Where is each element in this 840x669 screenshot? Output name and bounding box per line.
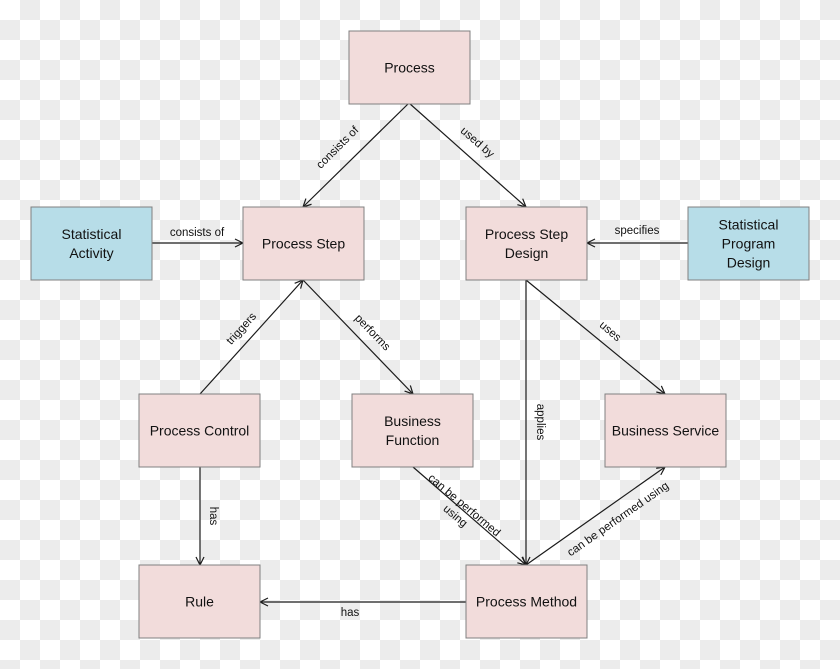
concept-diagram: consists of used by consists of specifies tr… — [30, 30, 810, 639]
edge-label-line: consists of — [314, 124, 361, 171]
node-label-line: Rule — [185, 594, 214, 610]
node-business-service[interactable]: Business Service — [604, 393, 727, 468]
node-label-line: Business — [384, 413, 441, 429]
node-label-line: Program — [722, 236, 776, 252]
node-label-line: Statistical — [62, 226, 122, 242]
edge-label-line: has — [341, 607, 360, 619]
node-business-function[interactable]: Business Function — [351, 393, 474, 468]
node-label-line: Function — [386, 432, 440, 448]
node-rule[interactable]: Rule — [138, 564, 261, 639]
node-box — [465, 206, 588, 281]
node-label: Business Service — [612, 423, 720, 439]
node-label: Process Control — [150, 423, 250, 439]
node-process-method[interactable]: Process Method — [465, 564, 588, 639]
node-label: Process Step — [262, 236, 345, 252]
node-label: Process Method — [476, 594, 577, 610]
node-label-line: Process — [384, 60, 435, 76]
edge-arrow-process-to-process-step — [303, 102, 410, 207]
edge-label-line: triggers — [224, 311, 259, 348]
node-label-line: Design — [727, 255, 771, 271]
edge-arrow-process-step-to-business-function — [302, 279, 413, 394]
edge-label: uses — [597, 319, 624, 344]
edge-label-line: applies — [534, 404, 546, 441]
edge-arrow-process-step-design-to-business-service — [525, 279, 665, 394]
edge-arrow-process-to-process-step-design — [408, 102, 526, 207]
node-label-line: Business Service — [612, 423, 720, 439]
edge-label: used by — [458, 125, 496, 161]
node-process-step-design[interactable]: Process Step Design — [465, 206, 588, 281]
edge-label-line: can be performed using — [565, 480, 671, 559]
node-process[interactable]: Process — [348, 30, 471, 105]
edge-label-line: has — [207, 507, 219, 526]
node-label-line: Process Method — [476, 594, 577, 610]
edge-label: can be performedusing — [417, 472, 503, 550]
edge-label: performs — [352, 312, 392, 353]
node-label: Rule — [185, 594, 214, 610]
edge-label-line: uses — [597, 319, 624, 344]
edge-label-line: consists of — [170, 227, 225, 239]
node-box — [30, 206, 153, 281]
edge-arrow-process-control-to-process-step — [199, 280, 303, 395]
edge-label: specifies — [615, 225, 660, 237]
node-label-line: Activity — [69, 245, 113, 261]
edge-label: can be performed using — [565, 480, 671, 559]
node-statistical-activity[interactable]: Statistical Activity — [30, 206, 153, 281]
node-label-line: Process Step — [262, 236, 345, 252]
node-label: Process — [384, 60, 435, 76]
edge-label: has — [207, 507, 219, 526]
edge-label: consists of — [314, 124, 361, 171]
node-label-line: Process Control — [150, 423, 250, 439]
node-process-step[interactable]: Process Step — [242, 206, 365, 281]
node-label-line: Process Step — [485, 226, 568, 242]
edge-label-line: performs — [352, 312, 392, 353]
edge-arrow-process-method-to-business-service — [525, 467, 665, 566]
edge-label-line: specifies — [615, 225, 660, 237]
node-box — [351, 393, 474, 468]
node-label: Statistical Program Design — [719, 217, 779, 271]
edge-label: has — [341, 607, 360, 619]
node-label-line: Statistical — [719, 217, 779, 233]
node-process-control[interactable]: Process Control — [138, 393, 261, 468]
edge-label-line: used by — [458, 125, 496, 161]
edge-label: triggers — [224, 311, 259, 348]
edge-label-line: can be performed — [426, 472, 503, 539]
node-label-line: Design — [505, 245, 549, 261]
edge-label: consists of — [170, 227, 225, 239]
edge-label: applies — [534, 404, 546, 441]
node-statistical-program-design[interactable]: Statistical Program Design — [687, 206, 810, 281]
